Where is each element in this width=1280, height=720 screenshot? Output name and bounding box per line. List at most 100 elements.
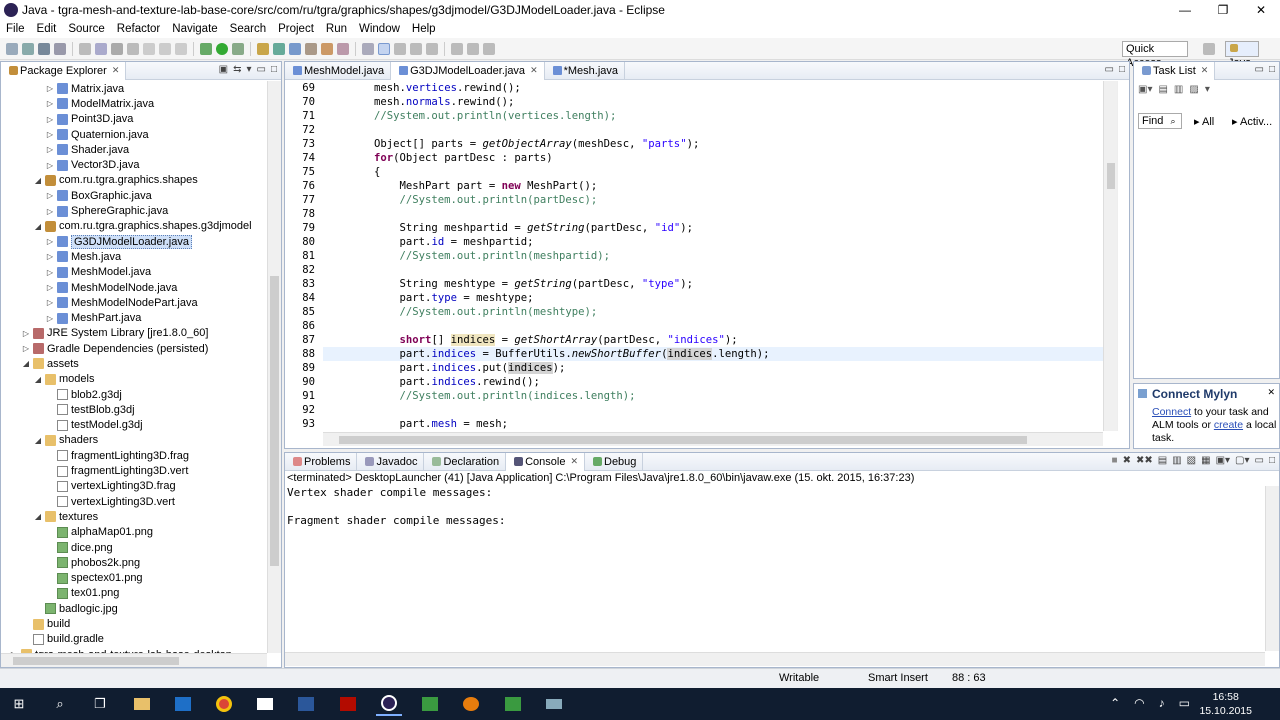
- scroll-thumb[interactable]: [270, 276, 279, 566]
- scroll-thumb[interactable]: [13, 657, 179, 665]
- recorder-icon[interactable]: [500, 692, 526, 716]
- overview-ruler[interactable]: [1117, 81, 1129, 431]
- menu-search[interactable]: Search: [224, 23, 272, 35]
- code-line[interactable]: part.indices.put(indices);: [323, 361, 1103, 375]
- word-icon[interactable]: [293, 692, 319, 716]
- console-horizontal-scrollbar[interactable]: [285, 652, 1265, 666]
- tree-item[interactable]: ▷ G3DJModelLoader.java: [1, 234, 267, 249]
- monitor-app-icon[interactable]: [252, 692, 278, 716]
- chevron-down-icon[interactable]: ◢: [33, 375, 43, 384]
- quick-access-field[interactable]: Quick Access: [1122, 41, 1188, 69]
- link-editor-icon[interactable]: ⇆: [233, 64, 241, 75]
- chevron-right-icon[interactable]: ▷: [21, 344, 31, 353]
- tree-item[interactable]: ▷ Point3D.java: [1, 112, 267, 127]
- word-wrap-icon[interactable]: ▧: [1187, 455, 1196, 466]
- tree-item[interactable]: ◢ textures: [1, 509, 267, 524]
- categorized-icon[interactable]: ▤: [1158, 84, 1167, 95]
- chevron-up-icon[interactable]: ⌃: [1110, 696, 1120, 710]
- chevron-down-icon[interactable]: ◢: [33, 176, 43, 185]
- minimize-view-icon[interactable]: ▭: [1255, 64, 1264, 75]
- hide-completed-icon[interactable]: ▨: [1189, 84, 1198, 95]
- code-line[interactable]: //System.out.println(indices.length);: [323, 389, 1103, 403]
- menu-project[interactable]: Project: [272, 23, 320, 35]
- chevron-right-icon[interactable]: ▷: [45, 207, 55, 216]
- tab-g3djmodelloader-java[interactable]: G3DJModelLoader.java ✕: [391, 61, 545, 80]
- scheduled-icon[interactable]: ▥: [1174, 84, 1183, 95]
- chevron-down-icon[interactable]: ◢: [21, 359, 31, 368]
- java-perspective-button[interactable]: Java: [1225, 41, 1259, 69]
- remove-launch-icon[interactable]: ✖: [1123, 455, 1131, 466]
- editor-horizontal-scrollbar[interactable]: [323, 432, 1103, 446]
- chevron-right-icon[interactable]: ▷: [45, 145, 55, 154]
- tree-item[interactable]: vertexLighting3D.frag: [1, 479, 267, 494]
- tree-item[interactable]: ▷ Mesh.java: [1, 249, 267, 264]
- menu-refactor[interactable]: Refactor: [111, 23, 166, 35]
- tree-item[interactable]: ▷ BoxGraphic.java: [1, 188, 267, 203]
- tree-item[interactable]: ◢ shaders: [1, 433, 267, 448]
- eclipse-taskbar-icon[interactable]: [376, 692, 402, 716]
- code-line[interactable]: String meshtype = getString(partDesc, "t…: [323, 277, 1103, 291]
- save-all-icon[interactable]: [54, 42, 66, 55]
- open-task-icon[interactable]: [321, 42, 333, 55]
- tree-item[interactable]: dice.png: [1, 540, 267, 555]
- chevron-down-icon[interactable]: ◢: [33, 222, 43, 231]
- new-package-icon[interactable]: [273, 42, 285, 55]
- terminate-icon[interactable]: [127, 42, 139, 55]
- file-explorer-icon[interactable]: [129, 692, 155, 716]
- tree-item[interactable]: ◢ com.ru.tgra.graphics.shapes: [1, 173, 267, 188]
- last-edit-location-icon[interactable]: [451, 42, 463, 55]
- display-console-icon[interactable]: ▣▾: [1216, 455, 1230, 466]
- code-line[interactable]: part.indices = BufferUtils.newShortBuffe…: [323, 347, 1103, 361]
- menu-window[interactable]: Window: [353, 23, 406, 35]
- skip-breakpoints-icon[interactable]: [79, 42, 91, 55]
- code-line[interactable]: //System.out.println(meshtype);: [323, 305, 1103, 319]
- tree-item[interactable]: ▷ MeshModelNode.java: [1, 280, 267, 295]
- chevron-right-icon[interactable]: ▷: [45, 252, 55, 261]
- connect-link[interactable]: Connect: [1152, 406, 1191, 418]
- chevron-right-icon[interactable]: ▷: [45, 237, 55, 246]
- package-horizontal-scrollbar[interactable]: [1, 653, 267, 667]
- maximize-button[interactable]: ❐: [1204, 0, 1242, 20]
- view-menu-icon[interactable]: ▾: [246, 64, 251, 75]
- close-icon[interactable]: ✕: [570, 456, 578, 467]
- run-icon[interactable]: [216, 42, 228, 55]
- game-app-icon[interactable]: [541, 692, 567, 716]
- tree-item[interactable]: ▷ Matrix.java: [1, 81, 267, 96]
- new-task-icon[interactable]: ▣▾: [1138, 84, 1152, 95]
- tab-console[interactable]: Console ✕: [506, 452, 585, 471]
- package-vertical-scrollbar[interactable]: [267, 81, 281, 653]
- maximize-view-icon[interactable]: □: [1269, 455, 1275, 466]
- console-vertical-scrollbar[interactable]: [1265, 486, 1279, 651]
- activate-filter[interactable]: ▸ Activ...: [1232, 115, 1272, 128]
- tree-item[interactable]: testBlob.g3dj: [1, 402, 267, 417]
- tree-item[interactable]: fragmentLighting3D.vert: [1, 463, 267, 478]
- create-link[interactable]: create: [1214, 419, 1243, 431]
- search-icon[interactable]: [337, 42, 349, 55]
- open-icon[interactable]: [22, 42, 34, 55]
- search-icon[interactable]: ⌕: [47, 692, 73, 716]
- code-line[interactable]: //System.out.println(vertices.length);: [323, 109, 1103, 123]
- tab-problems[interactable]: Problems: [285, 452, 358, 471]
- chevron-right-icon[interactable]: ▷: [45, 298, 55, 307]
- tree-item[interactable]: build.gradle: [1, 632, 267, 647]
- code-line[interactable]: Object[] parts = getObjectArray(meshDesc…: [323, 137, 1103, 151]
- tree-item[interactable]: ▷ Gradle Dependencies (persisted): [1, 341, 267, 356]
- code-line[interactable]: //System.out.println(meshpartid);: [323, 249, 1103, 263]
- chevron-down-icon[interactable]: ◢: [33, 436, 43, 445]
- editor-vertical-scrollbar[interactable]: [1103, 81, 1117, 431]
- blender-icon[interactable]: [458, 692, 484, 716]
- code-line[interactable]: [323, 403, 1103, 417]
- tree-item[interactable]: alphaMap01.png: [1, 525, 267, 540]
- tree-item[interactable]: badlogic.jpg: [1, 601, 267, 616]
- collapse-all-icon[interactable]: ▣: [219, 64, 228, 75]
- code-line[interactable]: [323, 207, 1103, 221]
- view-menu-icon[interactable]: ▾: [1205, 84, 1210, 95]
- minimize-view-icon[interactable]: ▭: [1105, 64, 1114, 75]
- taskbar-clock[interactable]: 16:58 15.10.2015: [1199, 690, 1252, 718]
- tree-item[interactable]: ▷ JRE System Library [jre1.8.0_60]: [1, 326, 267, 341]
- menu-edit[interactable]: Edit: [31, 23, 63, 35]
- tree-item[interactable]: ▷ Shader.java: [1, 142, 267, 157]
- code-line[interactable]: part.id = meshpartid;: [323, 235, 1103, 249]
- tree-item[interactable]: testModel.g3dj: [1, 418, 267, 433]
- close-icon[interactable]: ✕: [1267, 387, 1275, 398]
